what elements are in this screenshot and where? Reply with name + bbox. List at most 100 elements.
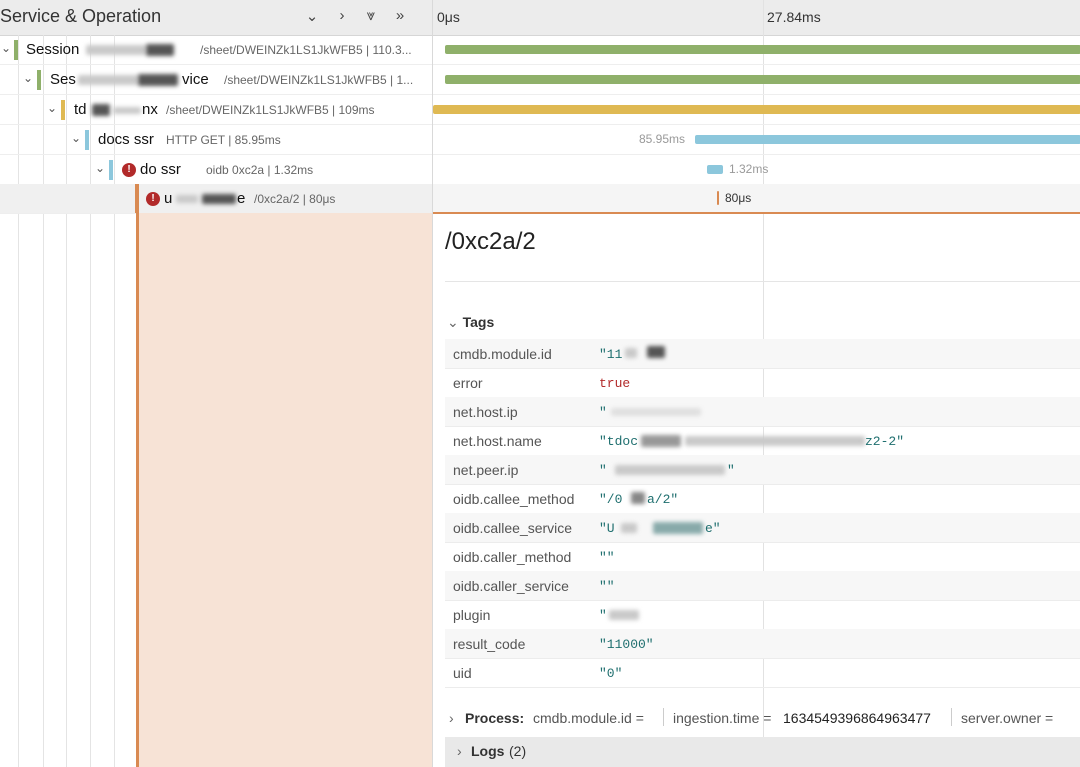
tag-value: "/0: [599, 492, 623, 507]
process-item-key: server.owner =: [961, 710, 1054, 726]
tag-value: ": [599, 463, 607, 478]
span-bar[interactable]: [707, 165, 723, 174]
tag-row: net.host.name "tdoc z2-2": [445, 426, 1080, 456]
process-item-key: ingestion.time =: [673, 710, 772, 726]
tag-value: "tdoc: [599, 434, 639, 449]
span-row[interactable]: ⌄ ! do ssr oidb 0xc2a | 1.32ms: [0, 155, 432, 185]
redacted-text: [113, 107, 141, 114]
span-duration-label: 80μs: [725, 191, 752, 205]
logs-section[interactable]: › Logs (2): [445, 737, 1080, 767]
tag-value-tail: e": [705, 521, 721, 536]
divider: [663, 708, 664, 726]
tag-row: net.peer.ip " ": [445, 455, 1080, 485]
span-bar[interactable]: [445, 75, 1080, 84]
chevron-down-icon[interactable]: ⌄: [46, 101, 58, 115]
span-detail-title: /0xc2a/2: [445, 228, 536, 255]
tag-value: "": [599, 579, 615, 594]
tree-header: Service & Operation ⌄ › ⩔ »: [0, 0, 432, 36]
chevron-down-icon[interactable]: ⌄: [70, 131, 82, 145]
tag-row: result_code "11000": [445, 629, 1080, 659]
timeline-row-selected[interactable]: 80μs: [433, 184, 1080, 214]
chevron-right-icon: ›: [457, 743, 462, 759]
tag-value: ": [599, 608, 607, 623]
tag-value-tail: ": [727, 463, 735, 478]
span-bar[interactable]: [445, 45, 1080, 54]
span-bar[interactable]: [717, 191, 719, 205]
service-name: Ses: [50, 71, 76, 88]
redacted-text: [92, 104, 110, 116]
tag-key: uid: [453, 665, 472, 681]
tag-value: ": [599, 405, 607, 420]
tag-key: oidb.callee_service: [453, 520, 573, 536]
redacted-text: [685, 436, 865, 446]
service-name: u: [164, 190, 173, 207]
chevron-down-icon[interactable]: ⌄: [0, 41, 12, 55]
redacted-text: [653, 522, 703, 534]
span-bar[interactable]: [695, 135, 1080, 144]
redacted-text: [78, 75, 138, 85]
service-name: Session: [26, 41, 80, 58]
redacted-text: [86, 45, 146, 55]
tag-key: result_code: [453, 636, 526, 652]
tag-row: error true: [445, 368, 1080, 398]
span-row[interactable]: ⌄ td nx /sheet/DWEINZk1LS1JkWFB5 | 109ms: [0, 95, 432, 125]
expand-one-icon[interactable]: ›: [333, 7, 351, 24]
detail-accent-line: [433, 212, 1080, 214]
tag-row: oidb.caller_method "": [445, 542, 1080, 572]
span-row[interactable]: ⌄ Ses vice /sheet/DWEINZk1LS1JkWFB5 | 1.…: [0, 65, 432, 95]
tag-row: cmdb.module.id "11: [445, 339, 1080, 369]
service-name: do ssr: [140, 161, 181, 178]
collapse-one-icon[interactable]: ⌄: [303, 7, 321, 25]
expand-all-icon[interactable]: »: [391, 7, 409, 24]
tag-value: "11000": [599, 637, 654, 652]
logs-count: (2): [509, 743, 527, 759]
service-name-tail: nx: [142, 101, 158, 118]
tag-row: oidb.caller_service "": [445, 571, 1080, 601]
process-section[interactable]: › Process: cmdb.module.id = ingestion.ti…: [445, 704, 1080, 732]
span-bar[interactable]: [433, 105, 1080, 114]
chevron-down-icon[interactable]: ⌄: [22, 71, 34, 85]
operation-name: oidb 0xc2a | 1.32ms: [206, 163, 314, 177]
timeline-row[interactable]: [433, 95, 1080, 125]
chevron-down-icon: ⌄: [447, 314, 459, 330]
redacted-text: [625, 348, 637, 358]
chevron-down-icon[interactable]: ⌄: [94, 161, 106, 175]
span-row[interactable]: ⌄ docs ssr HTTP GET | 85.95ms: [0, 125, 432, 155]
service-name: td: [74, 101, 87, 118]
redacted-text: [621, 523, 637, 533]
tag-key: error: [453, 375, 483, 391]
logs-label: Logs: [471, 743, 505, 759]
service-name-tail: vice: [182, 71, 209, 88]
tag-value: "0": [599, 666, 623, 681]
error-icon: !: [122, 163, 136, 177]
tag-value: "U: [599, 521, 615, 536]
redacted-text: [176, 195, 198, 203]
tag-row: net.host.ip ": [445, 397, 1080, 427]
timeline-row[interactable]: [433, 35, 1080, 65]
redacted-text: [202, 194, 236, 204]
timeline-panel: 0μs 27.84ms 85.95ms 1.32ms 80μs /0xc2a/2…: [432, 0, 1080, 767]
operation-name: /sheet/DWEINZk1LS1JkWFB5 | 109ms: [166, 103, 375, 117]
timeline-row[interactable]: [433, 65, 1080, 95]
divider: [445, 281, 1080, 282]
tag-value-tail: z2-2": [865, 434, 905, 449]
collapse-all-icon[interactable]: ⩔: [362, 7, 380, 24]
service-color-bar: [37, 70, 41, 90]
tag-value: true: [599, 376, 631, 391]
tag-row: plugin ": [445, 600, 1080, 630]
timeline-row[interactable]: 1.32ms: [433, 155, 1080, 185]
span-row-selected[interactable]: ! u e /0xc2a/2 | 80μs: [0, 184, 432, 214]
redacted-text: [146, 44, 174, 56]
redacted-text: [138, 74, 178, 86]
service-color-bar: [109, 160, 113, 180]
operation-name: HTTP GET | 85.95ms: [166, 133, 281, 147]
tick-label: 27.84ms: [767, 9, 821, 25]
tag-key: oidb.caller_method: [453, 549, 572, 565]
redacted-text: [647, 346, 665, 358]
span-row[interactable]: ⌄ Session /sheet/DWEINZk1LS1JkWFB5 | 110…: [0, 35, 432, 65]
redacted-text: [615, 465, 725, 475]
tags-section-header[interactable]: ⌄ Tags: [447, 314, 494, 331]
service-color-bar: [135, 184, 139, 213]
service-color-bar: [14, 40, 18, 60]
timeline-row[interactable]: 85.95ms: [433, 125, 1080, 155]
